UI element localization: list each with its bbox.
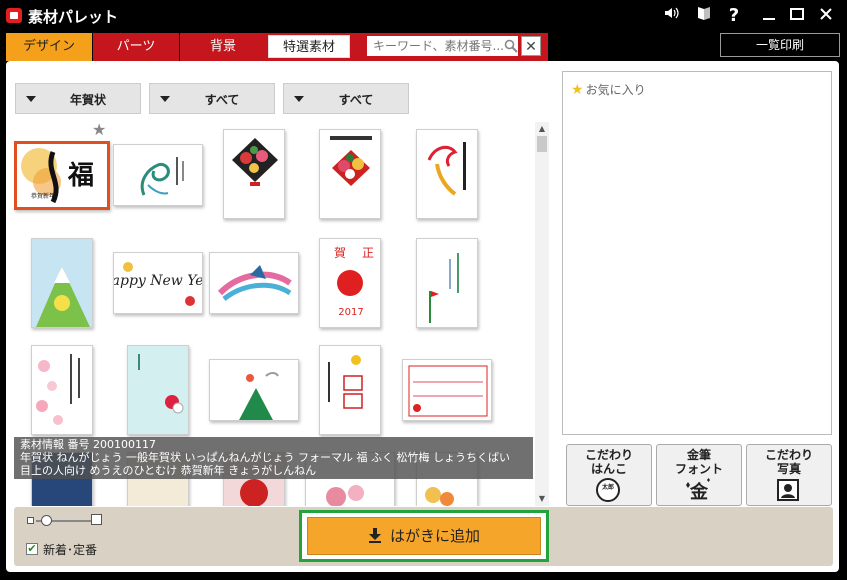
material-info-keywords-2: 目上の人向け めうえのひとむけ 恭賀新年 きょうがしんねん: [20, 464, 317, 477]
category-dropdown[interactable]: 年賀状: [15, 83, 141, 114]
material-info-number: 素材情報 番号 200100117: [20, 438, 156, 451]
subcategory-dropdown-label: すべて: [204, 93, 240, 107]
add-to-postcard-highlight: はがきに追加: [299, 510, 549, 562]
style-dropdown[interactable]: すべて: [283, 83, 409, 114]
tab-special-materials[interactable]: 特選素材: [268, 35, 350, 58]
category-dropdown-label: 年賀状: [69, 93, 106, 107]
tab-background[interactable]: 背景: [180, 33, 266, 61]
photo-icon: [775, 477, 801, 503]
custom-stamp-line1: こだわり: [584, 448, 633, 462]
material-info-keywords: 年賀状 ねんがじょう 一般年賀状 いっぱんねんがじょう フォーマル 福 ふく 松…: [20, 451, 510, 464]
favorite-star-icon[interactable]: ★: [92, 120, 106, 139]
app-logo-icon: [6, 8, 22, 23]
subcategory-dropdown[interactable]: すべて: [149, 83, 275, 114]
app-title: 素材パレット: [28, 8, 119, 26]
new-standard-checkbox[interactable]: ✔: [26, 543, 38, 555]
print-list-button[interactable]: 一覧印刷: [720, 33, 840, 57]
material-thumbnail[interactable]: [223, 129, 285, 219]
custom-stamp-button[interactable]: こだわり はんこ 太郎: [566, 444, 652, 506]
add-to-postcard-label: はがきに追加: [389, 527, 480, 545]
gold-brush-font-button[interactable]: 金筆 フォント 金: [656, 444, 742, 506]
gold-font-line2: フォント: [674, 462, 723, 476]
download-icon: [368, 520, 382, 556]
material-thumbnail[interactable]: [31, 238, 93, 328]
favorites-title-label: お気に入り: [585, 83, 646, 97]
chevron-down-icon: [26, 96, 36, 102]
add-to-postcard-button[interactable]: はがきに追加: [307, 517, 541, 555]
material-thumbnail[interactable]: 賀 正 2017: [319, 238, 381, 328]
material-thumbnail[interactable]: Happy New Year: [113, 252, 203, 314]
gold-font-icon-text: 金: [689, 481, 709, 503]
slider-knob[interactable]: [41, 515, 52, 526]
tab-design[interactable]: デザイン: [6, 33, 92, 61]
material-thumbnail[interactable]: [416, 238, 478, 328]
material-thumbnail[interactable]: [209, 359, 299, 421]
title-bar: 素材パレット ?: [0, 0, 847, 32]
thumb-hny-text: Happy New Year: [114, 273, 203, 289]
style-dropdown-label: すべて: [338, 93, 374, 107]
manual-book-icon[interactable]: [692, 4, 716, 28]
material-thumbnail[interactable]: [127, 345, 189, 435]
speaker-icon[interactable]: [660, 4, 684, 28]
scroll-down-icon[interactable]: ▼: [535, 492, 549, 506]
material-thumbnail[interactable]: [31, 345, 93, 435]
favorites-panel[interactable]: ★ お気に入り: [562, 71, 832, 435]
small-size-icon: [27, 517, 34, 524]
custom-photo-line2: 写真: [776, 462, 801, 476]
stamp-icon: 太郎: [595, 477, 621, 503]
clear-search-button[interactable]: ✕: [521, 36, 541, 56]
thumb-sho-text: 正: [362, 246, 374, 260]
thumb-fuku-text: 福: [67, 161, 94, 191]
search-icon[interactable]: [504, 38, 518, 53]
thumb-greeting-text: 恭賀新年: [31, 192, 55, 200]
chevron-down-icon: [160, 96, 170, 102]
custom-photo-line1: こだわり: [764, 448, 813, 462]
material-thumbnail[interactable]: 福 恭賀新年: [14, 141, 110, 210]
scroll-up-icon[interactable]: ▲: [535, 122, 549, 136]
material-info-overlay: 素材情報 番号 200100117 年賀状 ねんがじょう 一般年賀状 いっぱんね…: [14, 437, 533, 479]
thumbnail-size-slider[interactable]: [27, 514, 103, 528]
minimize-icon[interactable]: [757, 4, 781, 28]
gold-font-icon: 金: [685, 477, 711, 503]
new-standard-label: 新着･定番: [43, 543, 98, 557]
custom-stamp-line2: はんこ: [590, 462, 627, 476]
help-icon[interactable]: ?: [722, 4, 746, 28]
thumb-ga-text: 賀: [334, 246, 346, 260]
scroll-thumb[interactable]: [537, 136, 547, 152]
material-thumbnail[interactable]: [113, 144, 203, 206]
material-thumbnail[interactable]: [416, 129, 478, 219]
custom-photo-button[interactable]: こだわり 写真: [746, 444, 832, 506]
search-box: ✕: [365, 35, 543, 57]
chevron-down-icon: [294, 96, 304, 102]
thumb-year-text: 2017: [338, 307, 363, 318]
material-thumbnail[interactable]: [209, 252, 299, 314]
tab-parts[interactable]: パーツ: [93, 33, 179, 61]
star-icon: ★: [571, 82, 584, 98]
material-thumbnail[interactable]: [402, 359, 492, 421]
stamp-icon-text: 太郎: [601, 483, 614, 491]
grid-scrollbar[interactable]: ▲ ▼: [535, 122, 549, 506]
material-thumbnail[interactable]: [319, 345, 381, 435]
search-input[interactable]: [367, 36, 518, 56]
favorites-title: ★ お気に入り: [571, 81, 646, 98]
close-icon[interactable]: [814, 4, 838, 28]
large-size-icon: [91, 514, 102, 525]
maximize-icon[interactable]: [785, 4, 809, 28]
material-thumbnail[interactable]: [319, 129, 381, 219]
gold-font-line1: 金筆: [686, 448, 711, 462]
